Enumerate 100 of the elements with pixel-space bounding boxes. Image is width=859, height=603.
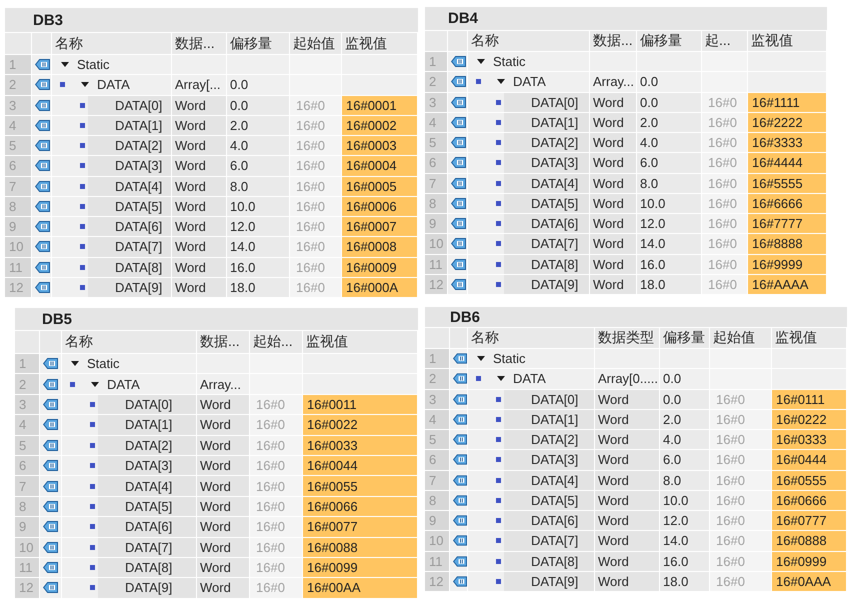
table-row[interactable]: 12 DATA[9] Word 18.0 16#0 16#AAAA [425, 274, 827, 294]
column-header[interactable]: 数据... [172, 33, 227, 54]
monitor-value-cell[interactable]: 16#00AA [303, 578, 418, 598]
monitor-value-cell[interactable]: 16#0999 [772, 552, 847, 571]
monitor-value-cell[interactable]: 16#0555 [772, 470, 847, 490]
monitor-value-cell[interactable]: 16#0888 [772, 531, 847, 550]
table-row[interactable]: 4 DATA[1] Word 2.0 16#0 16#2222 [425, 112, 827, 132]
table-row[interactable]: 2 DATA Array[0..... 0.0 [425, 369, 847, 388]
column-header[interactable]: 数据... [197, 331, 250, 353]
table-row[interactable]: 12 DATA[9] Word 16#0 16#00AA [15, 578, 418, 598]
monitor-value-cell[interactable]: 16#3333 [748, 133, 827, 152]
monitor-value-cell[interactable]: 16#6666 [748, 194, 827, 213]
monitor-value-cell[interactable]: 16#AAAA [748, 274, 827, 294]
table-row[interactable]: 7 DATA[4] Word 8.0 16#0 16#0555 [425, 470, 847, 490]
column-header[interactable]: 数据... [590, 31, 637, 51]
table-row[interactable]: 2 DATA Array[... 0.0 [5, 75, 418, 94]
column-header[interactable]: 监视值 [303, 331, 418, 353]
column-header[interactable]: 起始值 [710, 328, 772, 348]
table-row[interactable]: 8 DATA[5] Word 16#0 16#0066 [15, 496, 418, 516]
table-row[interactable]: 11 DATA[8] Word 16.0 16#0 16#9999 [425, 254, 827, 274]
caret-down-icon[interactable] [477, 356, 485, 362]
table-row[interactable]: 7 DATA[4] Word 8.0 16#0 16#5555 [425, 174, 827, 193]
column-header[interactable]: 偏移量 [660, 328, 710, 348]
table-row[interactable]: 7 DATA[4] Word 8.0 16#0 16#0005 [5, 176, 418, 196]
column-header[interactable]: 监视值 [772, 328, 847, 348]
table-row[interactable]: 12 DATA[9] Word 18.0 16#0 16#0AAA [425, 572, 847, 591]
monitor-value-cell[interactable]: 16#0088 [303, 538, 418, 557]
table-row[interactable]: 8 DATA[5] Word 10.0 16#0 16#0666 [425, 490, 847, 510]
monitor-value-cell[interactable]: 16#2222 [748, 112, 827, 132]
monitor-value-cell[interactable]: 16#7777 [748, 214, 827, 234]
table-row[interactable]: 11 DATA[8] Word 16.0 16#0 16#0999 [425, 552, 847, 571]
monitor-value-cell[interactable]: 16#0001 [342, 96, 418, 115]
monitor-value-cell[interactable]: 16#0055 [303, 476, 418, 496]
monitor-value-cell[interactable]: 16#0AAA [772, 572, 847, 591]
monitor-value-cell[interactable]: 16#0222 [772, 410, 847, 429]
monitor-value-cell[interactable]: 16#0099 [303, 558, 418, 578]
table-row[interactable]: 3 DATA[0] Word 0.0 16#0 16#0111 [425, 390, 847, 409]
column-header[interactable]: 起始值 [290, 33, 342, 54]
table-row[interactable]: 5 DATA[2] Word 4.0 16#0 16#0003 [5, 136, 418, 156]
table-row[interactable]: 7 DATA[4] Word 16#0 16#0055 [15, 476, 418, 496]
table-row[interactable]: 11 DATA[8] Word 16#0 16#0099 [15, 558, 418, 578]
table-row[interactable]: 5 DATA[2] Word 4.0 16#0 16#3333 [425, 133, 827, 152]
monitor-value-cell[interactable]: 16#1111 [748, 92, 827, 112]
column-header[interactable]: 起始... [250, 331, 303, 353]
monitor-value-cell[interactable]: 16#0011 [303, 394, 418, 414]
monitor-value-cell[interactable]: 16#000A [342, 278, 418, 297]
monitor-value-cell[interactable]: 16#0777 [772, 511, 847, 530]
monitor-value-cell[interactable]: 16#0004 [342, 156, 418, 176]
column-header[interactable]: 偏移量 [637, 31, 702, 51]
monitor-value-cell[interactable]: 16#0022 [303, 415, 418, 435]
table-row[interactable]: 6 DATA[3] Word 6.0 16#0 16#4444 [425, 153, 827, 172]
monitor-value-cell[interactable]: 16#8888 [748, 234, 827, 254]
table-row[interactable]: 4 DATA[1] Word 2.0 16#0 16#0002 [5, 116, 418, 135]
table-row[interactable]: 3 DATA[0] Word 16#0 16#0011 [15, 394, 418, 414]
caret-down-icon[interactable] [61, 62, 69, 68]
table-row[interactable]: 2 DATA Array... [15, 374, 418, 394]
column-header[interactable]: 监视值 [342, 33, 418, 54]
monitor-value-cell[interactable]: 16#0033 [303, 436, 418, 455]
table-row[interactable]: 9 DATA[6] Word 12.0 16#0 16#7777 [425, 214, 827, 234]
table-row[interactable]: 10 DATA[7] Word 16#0 16#0088 [15, 538, 418, 557]
table-row[interactable]: 11 DATA[8] Word 16.0 16#0 16#0009 [5, 258, 418, 277]
table-row[interactable]: 8 DATA[5] Word 10.0 16#0 16#0006 [5, 196, 418, 216]
caret-down-icon[interactable] [71, 361, 79, 366]
caret-down-icon[interactable] [91, 382, 99, 387]
monitor-value-cell[interactable]: 16#0444 [772, 450, 847, 470]
table-row[interactable]: 10 DATA[7] Word 14.0 16#0 16#8888 [425, 234, 827, 254]
table-row[interactable]: 10 DATA[7] Word 14.0 16#0 16#0888 [425, 531, 847, 550]
column-header[interactable]: 名称 [468, 31, 590, 51]
monitor-value-cell[interactable]: 16#0009 [342, 258, 418, 277]
table-row[interactable]: 5 DATA[2] Word 16#0 16#0033 [15, 436, 418, 455]
table-row[interactable]: 9 DATA[6] Word 16#0 16#0077 [15, 517, 418, 537]
table-row[interactable]: 3 DATA[0] Word 0.0 16#0 16#1111 [425, 92, 827, 112]
table-row[interactable]: 5 DATA[2] Word 4.0 16#0 16#0333 [425, 430, 847, 450]
caret-down-icon[interactable] [477, 59, 485, 64]
monitor-value-cell[interactable]: 16#0008 [342, 237, 418, 256]
table-row[interactable]: 1 Static [425, 349, 847, 368]
table-row[interactable]: 1 Static [425, 52, 827, 72]
monitor-value-cell[interactable]: 16#0006 [342, 196, 418, 216]
table-row[interactable]: 4 DATA[1] Word 2.0 16#0 16#0222 [425, 410, 847, 429]
monitor-value-cell[interactable]: 16#9999 [748, 254, 827, 274]
caret-down-icon[interactable] [497, 79, 505, 84]
monitor-value-cell[interactable]: 16#0003 [342, 136, 418, 156]
monitor-value-cell[interactable]: 16#0111 [772, 390, 847, 409]
table-row[interactable]: 8 DATA[5] Word 10.0 16#0 16#6666 [425, 194, 827, 213]
monitor-value-cell[interactable]: 16#0005 [342, 176, 418, 196]
monitor-value-cell[interactable]: 16#0066 [303, 496, 418, 516]
table-row[interactable]: 1 Static [15, 354, 418, 374]
table-row[interactable]: 9 DATA[6] Word 12.0 16#0 16#0007 [5, 217, 418, 236]
column-header[interactable]: 名称 [62, 331, 197, 353]
table-row[interactable]: 3 DATA[0] Word 0.0 16#0 16#0001 [5, 96, 418, 115]
caret-down-icon[interactable] [497, 376, 505, 382]
table-row[interactable]: 12 DATA[9] Word 18.0 16#0 16#000A [5, 278, 418, 297]
table-row[interactable]: 6 DATA[3] Word 6.0 16#0 16#0004 [5, 156, 418, 176]
column-header[interactable]: 偏移量 [227, 33, 290, 54]
table-row[interactable]: 6 DATA[3] Word 16#0 16#0044 [15, 456, 418, 476]
monitor-value-cell[interactable]: 16#0666 [772, 490, 847, 510]
monitor-value-cell[interactable]: 16#0007 [342, 217, 418, 236]
caret-down-icon[interactable] [81, 82, 89, 88]
column-header[interactable]: 名称 [468, 328, 595, 348]
table-row[interactable]: 6 DATA[3] Word 6.0 16#0 16#0444 [425, 450, 847, 470]
